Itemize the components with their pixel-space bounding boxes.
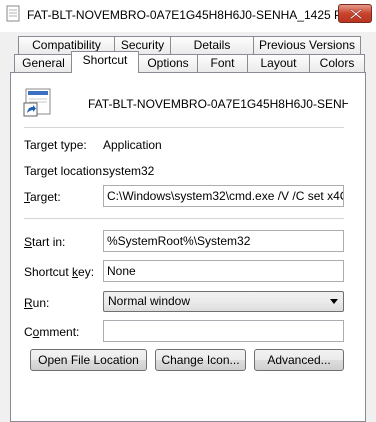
comment-label: Comment: [24, 325, 80, 339]
properties-dialog: Compatibility Security Details Previous … [0, 32, 376, 422]
title-bar: FAT-BLT-NOVEMBRO-0A7E1G45H8H6J0-SENHA_14… [0, 0, 376, 32]
run-selected-value: Normal window [108, 294, 191, 308]
tab-general[interactable]: General [14, 54, 73, 73]
comment-input[interactable] [103, 320, 344, 342]
start-in-label: Start in: [24, 235, 66, 249]
tab-options[interactable]: Options [138, 54, 198, 73]
tab-layout[interactable]: Layout [247, 54, 310, 73]
close-button[interactable] [338, 4, 372, 23]
tab-shortcut[interactable]: Shortcut [71, 51, 139, 73]
target-label: Target: [24, 190, 61, 204]
tab-details[interactable]: Details [170, 36, 254, 55]
run-label: Run: [24, 296, 50, 310]
start-in-input[interactable]: %SystemRoot%\System32 [103, 230, 344, 252]
open-file-location-button[interactable]: Open File Location [30, 349, 147, 371]
window-title: FAT-BLT-NOVEMBRO-0A7E1G45H8H6J0-SENHA_14… [27, 8, 356, 22]
target-location-label: Target location: [24, 164, 106, 178]
target-location-value: system32 [103, 164, 155, 178]
tab-font[interactable]: Font [197, 54, 248, 73]
tab-previous-versions[interactable]: Previous Versions [253, 36, 361, 55]
shortcut-app-icon [23, 88, 51, 117]
app-icon [6, 5, 20, 22]
advanced-button[interactable]: Advanced... [254, 349, 344, 371]
divider [24, 127, 344, 128]
target-input[interactable]: C:\Windows\system32\cmd.exe /V /C set x4… [103, 185, 344, 207]
chevron-down-icon [330, 299, 338, 304]
shortcut-key-input[interactable]: None [103, 260, 344, 282]
run-select[interactable]: Normal window [103, 291, 344, 312]
target-type-label: Target type: [24, 138, 87, 152]
shortcut-key-label: Shortcut key: [24, 265, 95, 279]
change-icon-button[interactable]: Change Icon... [155, 349, 246, 371]
tab-colors[interactable]: Colors [309, 54, 365, 73]
close-icon [350, 9, 362, 19]
target-type-value: Application [103, 138, 162, 152]
shortcut-name[interactable]: FAT-BLT-NOVEMBRO-0A7E1G45H8H6J0-SENHA_14 [88, 94, 348, 114]
divider [24, 218, 344, 219]
